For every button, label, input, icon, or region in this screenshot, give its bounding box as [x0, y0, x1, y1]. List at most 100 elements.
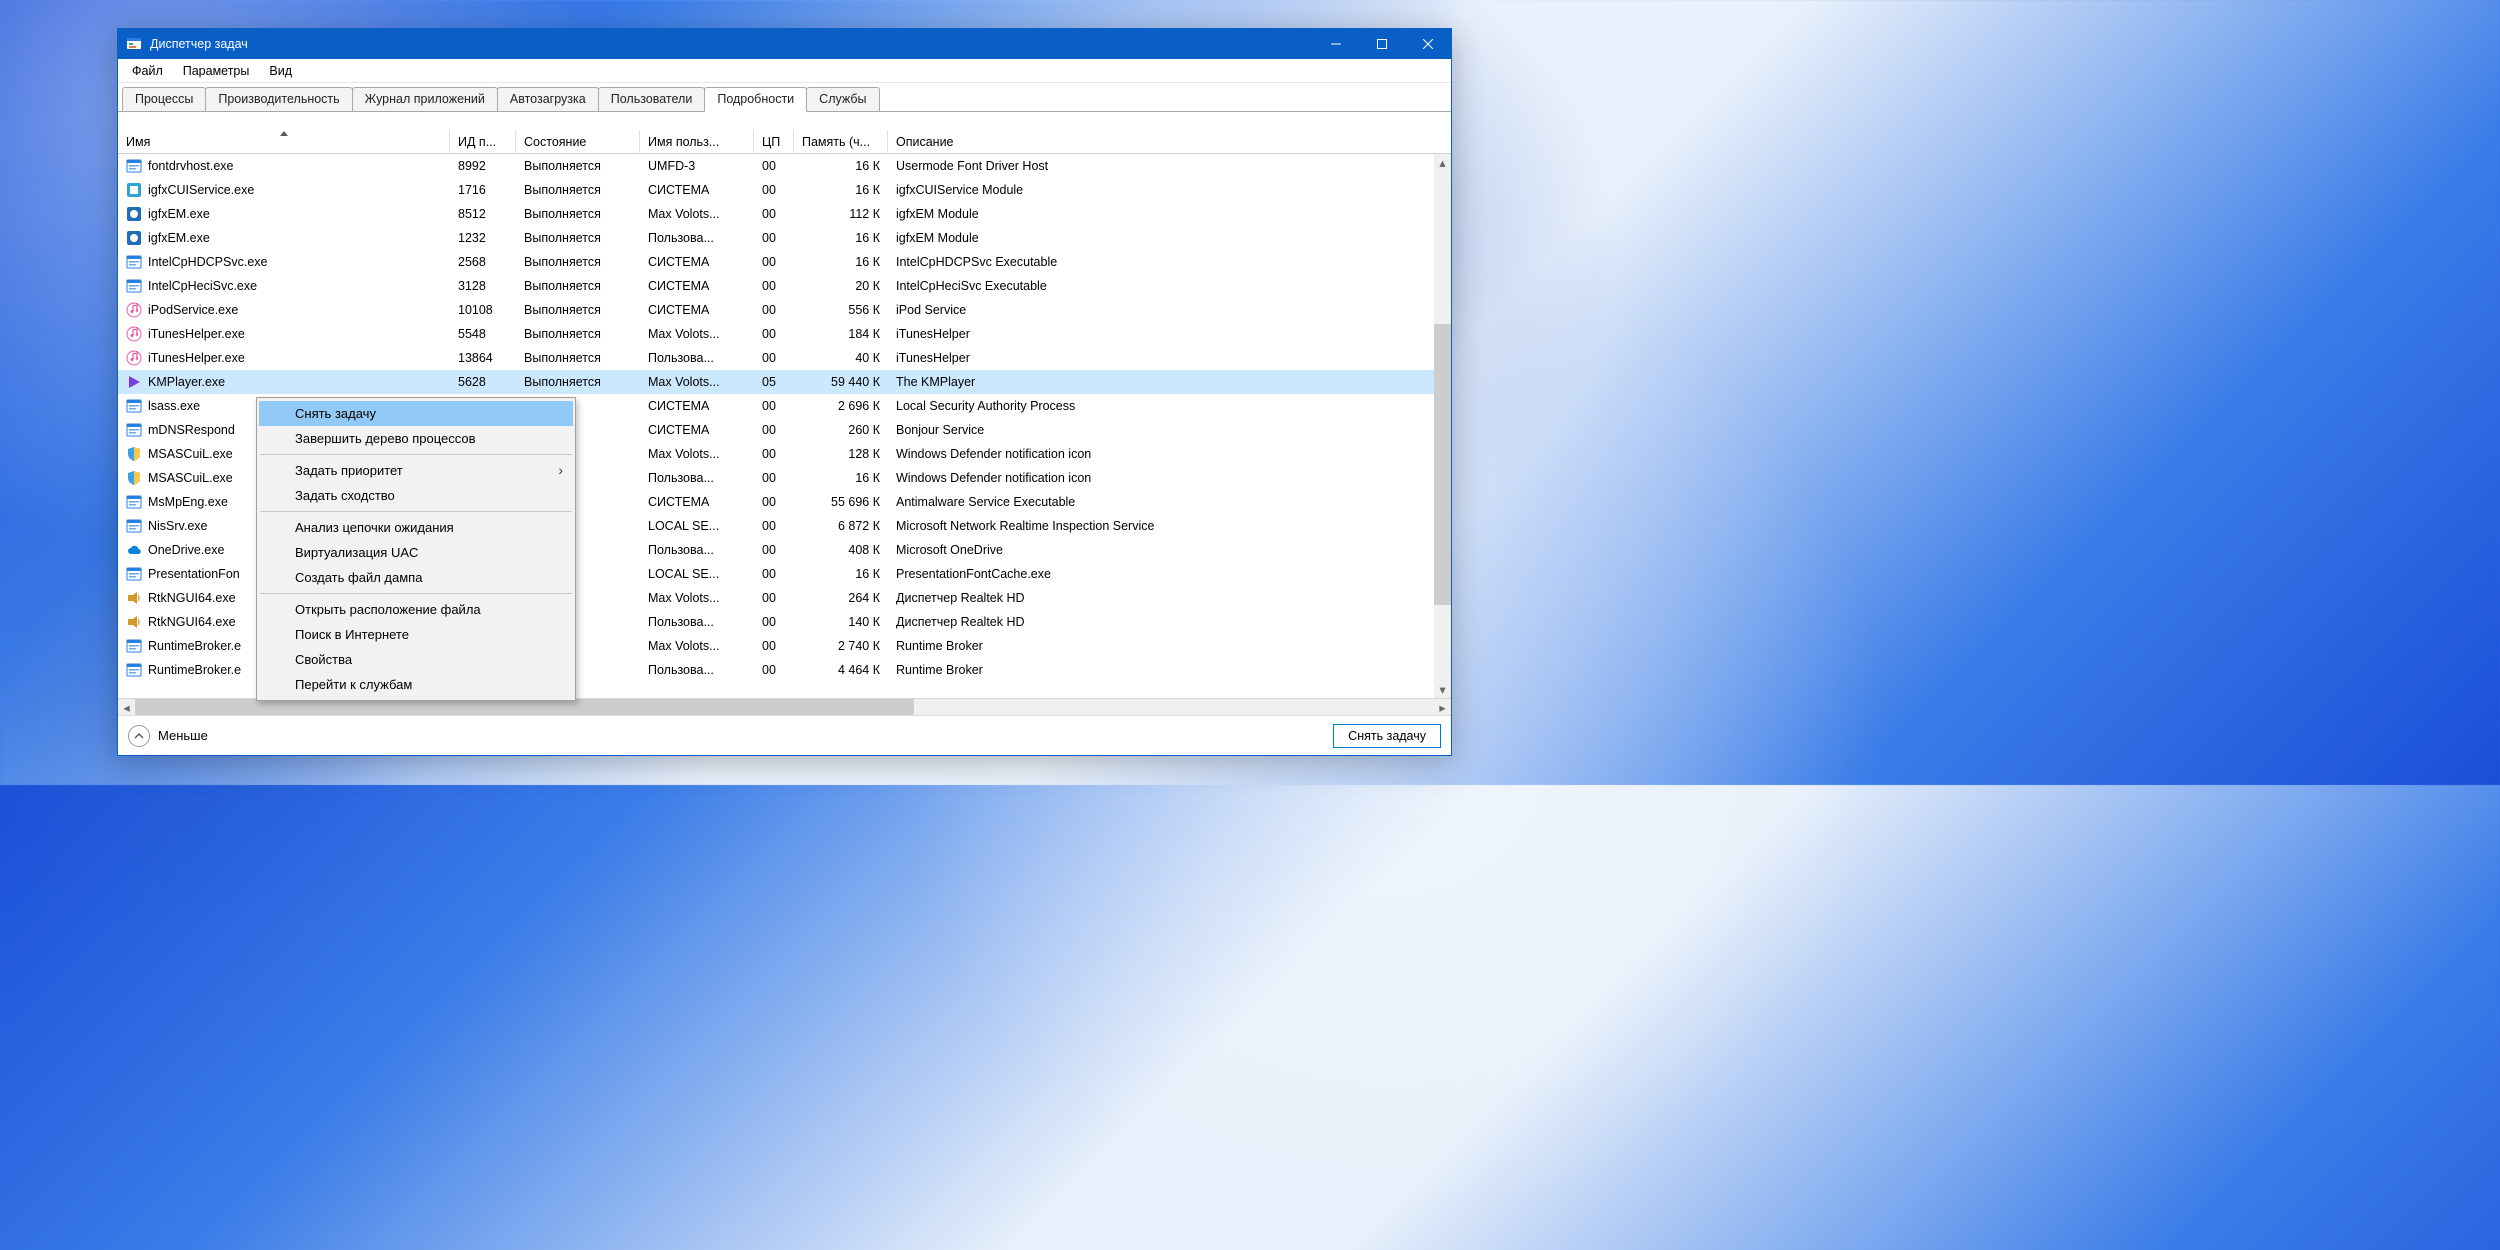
- context-menu-item-6[interactable]: Анализ цепочки ожидания: [259, 515, 573, 540]
- tab-5[interactable]: Подробности: [704, 87, 807, 112]
- process-name: OneDrive.exe: [148, 543, 224, 557]
- table-row[interactable]: KMPlayer.exe5628ВыполняетсяMax Volots...…: [118, 370, 1451, 394]
- scroll-left-icon[interactable]: ◂: [118, 699, 135, 716]
- cell-memory: 128 К: [794, 447, 888, 461]
- context-menu-item-8[interactable]: Создать файл дампа: [259, 565, 573, 590]
- minimize-button[interactable]: [1313, 29, 1359, 59]
- context-menu-item-7[interactable]: Виртуализация UAC: [259, 540, 573, 565]
- cell-name: KMPlayer.exe: [118, 374, 450, 390]
- cell-cpu: 00: [754, 423, 794, 437]
- context-menu-item-0[interactable]: Снять задачу: [259, 401, 573, 426]
- scroll-up-icon[interactable]: ▴: [1434, 154, 1451, 171]
- cell-memory: 260 К: [794, 423, 888, 437]
- tab-4[interactable]: Пользователи: [598, 87, 706, 111]
- column-header-6[interactable]: Описание: [888, 130, 1451, 153]
- column-header-5[interactable]: Память (ч...: [794, 130, 888, 153]
- cell-user: Max Volots...: [640, 447, 754, 461]
- tab-1[interactable]: Производительность: [205, 87, 352, 111]
- column-header-3[interactable]: Имя польз...: [640, 130, 754, 153]
- tab-3[interactable]: Автозагрузка: [497, 87, 599, 111]
- fewer-details-button[interactable]: Меньше: [128, 725, 208, 747]
- scrollbar-track[interactable]: [1434, 171, 1451, 681]
- process-name: MSASCuiL.exe: [148, 447, 233, 461]
- cell-name: IntelCpHDCPSvc.exe: [118, 254, 450, 270]
- process-name: iTunesHelper.exe: [148, 327, 245, 341]
- vertical-scrollbar[interactable]: ▴ ▾: [1434, 154, 1451, 698]
- maximize-button[interactable]: [1359, 29, 1405, 59]
- chevron-up-icon: [128, 725, 150, 747]
- cell-state: Выполняется: [516, 255, 640, 269]
- shield-icon: [126, 470, 142, 486]
- table-row[interactable]: igfxCUIService.exe1716ВыполняетсяСИСТЕМА…: [118, 178, 1451, 202]
- cell-description: Windows Defender notification icon: [888, 471, 1451, 485]
- context-menu-item-11[interactable]: Поиск в Интернете: [259, 622, 573, 647]
- cell-user: Пользова...: [640, 351, 754, 365]
- generic-app-icon: [126, 254, 142, 270]
- scrollbar-thumb[interactable]: [1434, 324, 1451, 605]
- menu-параметры[interactable]: Параметры: [173, 62, 260, 80]
- cell-user: Max Volots...: [640, 639, 754, 653]
- cell-cpu: 00: [754, 615, 794, 629]
- table-row[interactable]: IntelCpHDCPSvc.exe2568ВыполняетсяСИСТЕМА…: [118, 250, 1451, 274]
- speaker-icon: [126, 614, 142, 630]
- intel-graphics-icon: [126, 182, 142, 198]
- cell-description: Windows Defender notification icon: [888, 447, 1451, 461]
- process-name: lsass.exe: [148, 399, 200, 413]
- generic-app-icon: [126, 494, 142, 510]
- context-menu-item-4[interactable]: Задать сходство: [259, 483, 573, 508]
- cloud-icon: [126, 542, 142, 558]
- cell-cpu: 00: [754, 327, 794, 341]
- cell-description: Microsoft Network Realtime Inspection Se…: [888, 519, 1451, 533]
- table-row[interactable]: igfxEM.exe1232ВыполняетсяПользова...0016…: [118, 226, 1451, 250]
- cell-user: Пользова...: [640, 543, 754, 557]
- cell-memory: 16 К: [794, 471, 888, 485]
- context-menu-item-12[interactable]: Свойства: [259, 647, 573, 672]
- column-header-0[interactable]: Имя: [118, 130, 450, 153]
- footer: Меньше Снять задачу: [118, 715, 1451, 755]
- column-header-2[interactable]: Состояние: [516, 130, 640, 153]
- table-row[interactable]: IntelCpHeciSvc.exe3128ВыполняетсяСИСТЕМА…: [118, 274, 1451, 298]
- process-name: igfxEM.exe: [148, 207, 210, 221]
- context-menu-item-10[interactable]: Открыть расположение файла: [259, 597, 573, 622]
- table-row[interactable]: iPodService.exe10108ВыполняетсяСИСТЕМА00…: [118, 298, 1451, 322]
- menu-файл[interactable]: Файл: [122, 62, 173, 80]
- tab-6[interactable]: Службы: [806, 87, 879, 111]
- context-menu-item-3[interactable]: Задать приоритет: [259, 458, 573, 483]
- menu-separator: [260, 511, 572, 512]
- cell-user: LOCAL SE...: [640, 519, 754, 533]
- tab-0[interactable]: Процессы: [122, 87, 206, 111]
- cell-name: iTunesHelper.exe: [118, 326, 450, 342]
- context-menu-item-1[interactable]: Завершить дерево процессов: [259, 426, 573, 451]
- context-menu-item-13[interactable]: Перейти к службам: [259, 672, 573, 697]
- cell-memory: 16 К: [794, 567, 888, 581]
- scroll-down-icon[interactable]: ▾: [1434, 681, 1451, 698]
- column-header-1[interactable]: ИД п...: [450, 130, 516, 153]
- cell-memory: 112 К: [794, 207, 888, 221]
- cell-description: Runtime Broker: [888, 663, 1451, 677]
- scroll-right-icon[interactable]: ▸: [1434, 699, 1451, 716]
- titlebar[interactable]: Диспетчер задач: [118, 29, 1451, 59]
- table-row[interactable]: igfxEM.exe8512ВыполняетсяMax Volots...00…: [118, 202, 1451, 226]
- process-name: RtkNGUI64.exe: [148, 591, 236, 605]
- tab-2[interactable]: Журнал приложений: [352, 87, 498, 111]
- menu-вид[interactable]: Вид: [259, 62, 302, 80]
- cell-description: IntelCpHeciSvc Executable: [888, 279, 1451, 293]
- table-row[interactable]: fontdrvhost.exe8992ВыполняетсяUMFD-30016…: [118, 154, 1451, 178]
- cell-state: Выполняется: [516, 207, 640, 221]
- menubar: ФайлПараметрыВид: [118, 59, 1451, 83]
- cell-user: Max Volots...: [640, 591, 754, 605]
- process-name: RtkNGUI64.exe: [148, 615, 236, 629]
- column-header-4[interactable]: ЦП: [754, 130, 794, 153]
- generic-app-icon: [126, 638, 142, 654]
- process-name: mDNSRespond: [148, 423, 235, 437]
- cell-memory: 59 440 К: [794, 375, 888, 389]
- cell-cpu: 00: [754, 567, 794, 581]
- table-row[interactable]: iTunesHelper.exe5548ВыполняетсяMax Volot…: [118, 322, 1451, 346]
- cell-cpu: 00: [754, 639, 794, 653]
- end-task-button[interactable]: Снять задачу: [1333, 724, 1441, 748]
- cell-memory: 40 К: [794, 351, 888, 365]
- cell-pid: 3128: [450, 279, 516, 293]
- table-row[interactable]: iTunesHelper.exe13864ВыполняетсяПользова…: [118, 346, 1451, 370]
- cell-user: СИСТЕМА: [640, 399, 754, 413]
- close-button[interactable]: [1405, 29, 1451, 59]
